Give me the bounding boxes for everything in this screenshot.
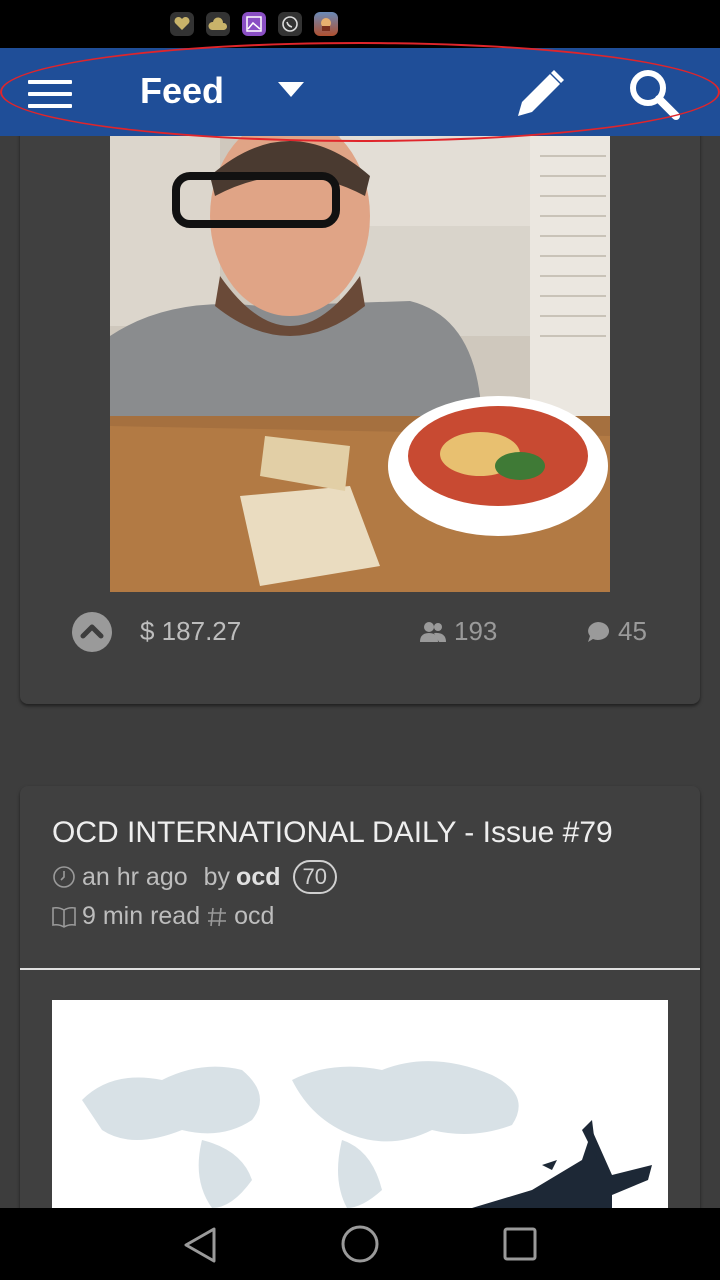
- chevron-up-icon: [80, 624, 104, 639]
- back-icon: [184, 1227, 216, 1263]
- post-time: an hr ago: [82, 862, 188, 891]
- post-meta: an hr ago by ocd 70: [52, 860, 337, 894]
- post-title[interactable]: OCD INTERNATIONAL DAILY - Issue #79: [52, 816, 613, 850]
- app-bar: [0, 48, 720, 136]
- voters-value: 193: [454, 616, 498, 646]
- divider: [20, 968, 700, 970]
- post-image[interactable]: [52, 1000, 668, 1208]
- pencil-icon: [518, 70, 564, 116]
- upvote-button[interactable]: [72, 612, 112, 652]
- voters-count[interactable]: 193: [420, 616, 497, 647]
- back-button[interactable]: [182, 1226, 218, 1269]
- search-button[interactable]: [626, 66, 682, 122]
- people-icon: [420, 621, 446, 642]
- clock-icon: [53, 866, 75, 888]
- payout-amount[interactable]: $ 187.27: [140, 616, 241, 647]
- comments-value: 45: [618, 616, 647, 646]
- post-stats: $ 187.27 193 45: [72, 612, 652, 652]
- post-image[interactable]: [110, 136, 610, 592]
- whatsapp-icon: [278, 12, 302, 36]
- status-bar: [0, 0, 720, 48]
- weather-app-icon: [206, 12, 230, 36]
- menu-icon: [28, 80, 72, 108]
- home-icon: [341, 1225, 379, 1263]
- book-icon: [52, 906, 76, 928]
- feed-title[interactable]: Feed: [140, 70, 224, 112]
- post-tag[interactable]: ocd: [234, 902, 274, 931]
- post-meta-secondary: 9 min read ocd: [52, 902, 274, 931]
- recents-button[interactable]: [502, 1226, 538, 1267]
- author-name[interactable]: ocd: [236, 863, 280, 892]
- by-label: by: [203, 862, 231, 891]
- gallery-app-icon: [242, 12, 266, 36]
- recents-icon: [503, 1227, 537, 1261]
- comment-bubble-icon: [588, 621, 610, 642]
- comments-count[interactable]: 45: [586, 616, 647, 647]
- search-icon: [630, 70, 680, 120]
- game-app-icon: [314, 12, 338, 36]
- reputation-badge: 70: [292, 860, 337, 894]
- hashtag-icon: [208, 907, 227, 926]
- menu-button[interactable]: [28, 80, 72, 108]
- home-button[interactable]: [340, 1224, 380, 1269]
- dropdown-arrow-icon[interactable]: [278, 82, 304, 97]
- read-time: 9 min read: [82, 902, 201, 930]
- health-app-icon: [170, 12, 194, 36]
- compose-button[interactable]: [514, 66, 568, 120]
